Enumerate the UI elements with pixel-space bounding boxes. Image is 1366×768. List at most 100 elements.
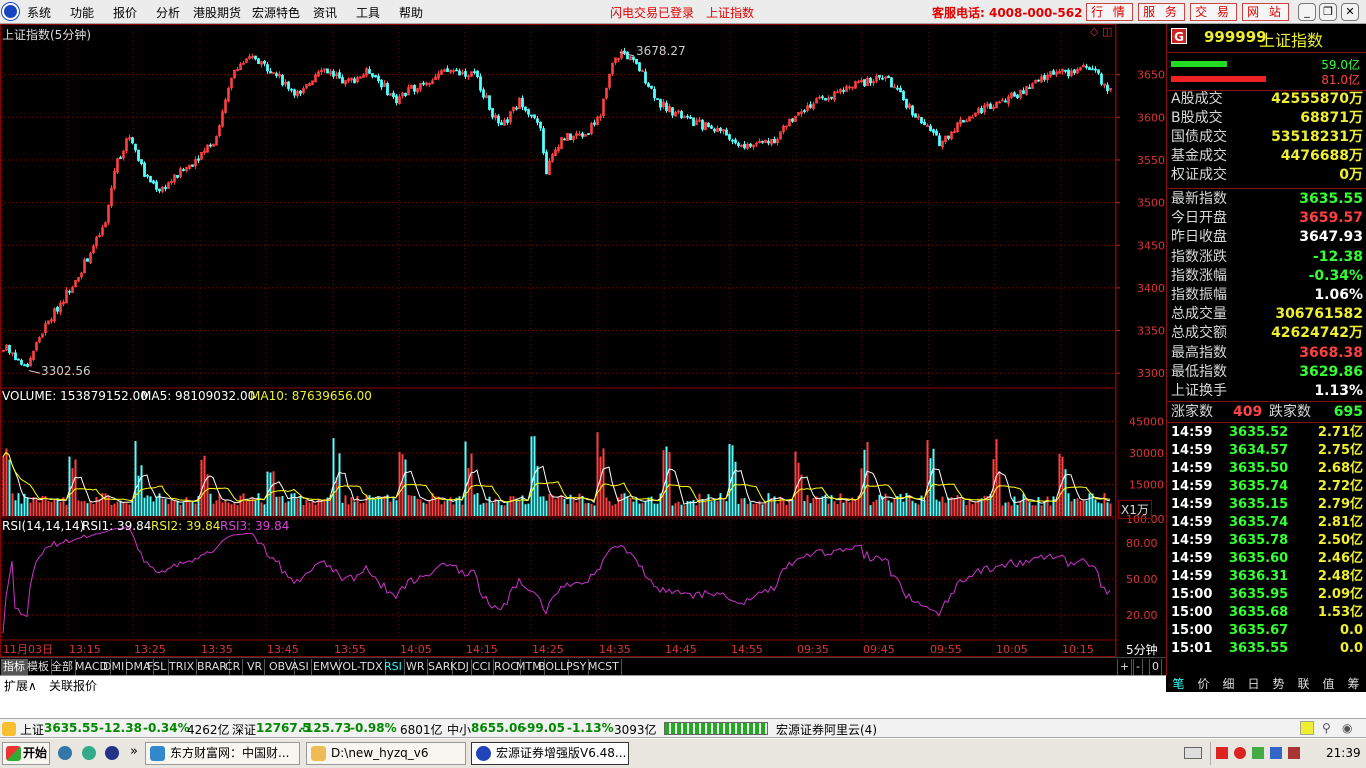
- tray-network-icon[interactable]: [1252, 747, 1264, 759]
- info-icon[interactable]: ◉: [1342, 721, 1352, 735]
- quicklaunch-more-icon[interactable]: »: [130, 744, 138, 759]
- quote-tab[interactable]: 联: [1291, 676, 1316, 692]
- chart-area[interactable]: 3300 3350 3400 3450 3500 3550 3600 3650 15000 300…: [0, 24, 1166, 657]
- tick-row[interactable]: 14:59 3635.74 2.81亿: [1171, 514, 1363, 532]
- volume-bar: [965, 505, 968, 516]
- close-icon[interactable]: ✕: [1341, 3, 1359, 21]
- sh-price: 3635.55: [44, 721, 99, 735]
- tick-row[interactable]: 15:00 3635.95 2.09亿: [1171, 586, 1363, 604]
- tray-flag-icon[interactable]: [1216, 747, 1228, 759]
- task-trading-app[interactable]: 宏源证券增强版V6.48...: [471, 742, 629, 765]
- quote-tab[interactable]: 细: [1216, 676, 1241, 692]
- volume-bar: [638, 503, 641, 516]
- menu-item-quote[interactable]: 报价: [113, 4, 137, 21]
- website-button[interactable]: 网 站: [1242, 3, 1289, 21]
- zoom-button[interactable]: 0: [1149, 659, 1162, 675]
- indicator-tab[interactable]: ASI: [289, 659, 312, 675]
- tick-row[interactable]: 15:00 3635.68 1.53亿: [1171, 604, 1363, 622]
- zoom-button[interactable]: -: [1133, 659, 1143, 675]
- candle-body: [1085, 65, 1088, 68]
- indicator-tab[interactable]: MCST: [586, 659, 622, 675]
- volume-bar: [335, 477, 338, 516]
- tick-row[interactable]: 15:01 3635.55 0.0: [1171, 640, 1363, 658]
- volume-tick-label: 30000: [1129, 447, 1164, 460]
- stat-label: 指数振幅: [1171, 287, 1227, 303]
- turnover-row: 权证成交 0万: [1171, 166, 1363, 185]
- tick-row[interactable]: 14:59 3635.15 2.79亿: [1171, 496, 1363, 514]
- trade-button[interactable]: 交 易: [1190, 3, 1237, 21]
- quote-tab[interactable]: 筹: [1341, 676, 1366, 692]
- tick-time: 14:59: [1171, 551, 1213, 566]
- indicator-tab[interactable]: CR: [223, 659, 244, 675]
- menu-item-analysis[interactable]: 分析: [156, 4, 180, 21]
- quote-tab[interactable]: 笔: [1166, 676, 1191, 692]
- indicator-tab[interactable]: RSI: [382, 659, 405, 675]
- service-button[interactable]: 服 务: [1138, 3, 1185, 21]
- candle-body: [458, 70, 461, 76]
- tick-row[interactable]: 14:59 3635.60 2.46亿: [1171, 550, 1363, 568]
- indicator-tab[interactable]: VR: [245, 659, 266, 675]
- tick-row[interactable]: 14:59 3635.74 2.72亿: [1171, 478, 1363, 496]
- quicklaunch-app-icon[interactable]: [105, 746, 119, 760]
- start-button[interactable]: 开始: [2, 742, 50, 765]
- indicator-tab[interactable]: 指标: [1, 659, 28, 675]
- market-button[interactable]: 行 情: [1086, 3, 1133, 21]
- menu-item-news[interactable]: 资讯: [313, 4, 337, 21]
- volume-bar: [959, 498, 962, 516]
- tray-security-icon[interactable]: [1234, 747, 1246, 759]
- volume-bar: [623, 493, 626, 516]
- candle-body: [929, 125, 932, 132]
- menu-item-help[interactable]: 帮助: [399, 4, 423, 21]
- app-logo-icon[interactable]: [2, 3, 19, 20]
- tick-row[interactable]: 14:59 3635.50 2.68亿: [1171, 460, 1363, 478]
- volume-bar: [293, 493, 296, 516]
- tick-row[interactable]: 14:59 3635.78 2.50亿: [1171, 532, 1363, 550]
- restore-icon[interactable]: ❐: [1319, 3, 1337, 21]
- status-bar: 上证 3635.55 -12.38 -0.34% 4262亿 深证 12767.…: [0, 718, 1366, 738]
- quote-panel: G 999999 上证指数 59.0亿 81.0亿 A股成交 42555870万 B…: [1166, 24, 1366, 676]
- candle-body: [626, 51, 629, 60]
- indicator-tab[interactable]: KDJ: [448, 659, 472, 675]
- quote-tab[interactable]: 价: [1191, 676, 1216, 692]
- quote-tab[interactable]: 值: [1316, 676, 1341, 692]
- keyboard-icon[interactable]: [1184, 747, 1202, 759]
- quicklaunch-browser-icon[interactable]: [58, 746, 72, 760]
- chart-option-icon[interactable]: ◇ ◫: [1090, 25, 1112, 38]
- tray-app-icon[interactable]: [1288, 747, 1300, 759]
- quote-name: 上证指数: [1259, 31, 1324, 50]
- tray-volume-icon[interactable]: [1270, 747, 1282, 759]
- volume-bar: [530, 436, 533, 516]
- indicator-tab[interactable]: FSL: [145, 659, 170, 675]
- volume-bar: [950, 497, 953, 516]
- volume-bar: [194, 503, 197, 516]
- tick-row[interactable]: 14:59 3634.57 2.75亿: [1171, 442, 1363, 460]
- indicator-tab[interactable]: VOL-TDX: [333, 659, 386, 675]
- volume-bar: [719, 493, 722, 516]
- indicator-tab[interactable]: WR: [404, 659, 428, 675]
- menu-item-function[interactable]: 功能: [70, 4, 94, 21]
- indicator-tab[interactable]: 全部: [49, 659, 76, 675]
- indicator-tab[interactable]: 模板: [25, 659, 52, 675]
- menu-item-system[interactable]: 系统: [27, 4, 51, 21]
- minimize-icon[interactable]: _: [1298, 3, 1316, 21]
- zoom-button[interactable]: +: [1117, 659, 1133, 675]
- quote-tab[interactable]: 势: [1266, 676, 1291, 692]
- tick-time: 14:59: [1171, 425, 1213, 440]
- volume-bar: [260, 502, 263, 516]
- tick-row[interactable]: 15:00 3635.67 0.0: [1171, 622, 1363, 640]
- tick-row[interactable]: 14:59 3636.31 2.48亿: [1171, 568, 1363, 586]
- notice-icon[interactable]: [1300, 721, 1314, 735]
- menu-item-hongyuan[interactable]: 宏源特色: [252, 4, 300, 21]
- menu-item-tools[interactable]: 工具: [356, 4, 380, 21]
- period-label[interactable]: 5分钟: [1126, 641, 1158, 658]
- tick-row[interactable]: 14:59 3635.52 2.71亿: [1171, 424, 1363, 442]
- menu-item-hk-futures[interactable]: 港股期货: [193, 4, 241, 21]
- quote-tab[interactable]: 日: [1241, 676, 1266, 692]
- task-browser[interactable]: 东方财富网：中国财...: [145, 742, 300, 765]
- quicklaunch-ie-icon[interactable]: [82, 746, 96, 760]
- indicator-tab[interactable]: CCI: [470, 659, 494, 675]
- volume-bar: [926, 440, 929, 516]
- task-folder[interactable]: D:\new_hyzq_v6: [306, 742, 466, 765]
- kline-chart[interactable]: 3300 3350 3400 3450 3500 3550 3600 3650 15000 300…: [0, 24, 1166, 657]
- indicator-tab[interactable]: TRIX: [167, 659, 198, 675]
